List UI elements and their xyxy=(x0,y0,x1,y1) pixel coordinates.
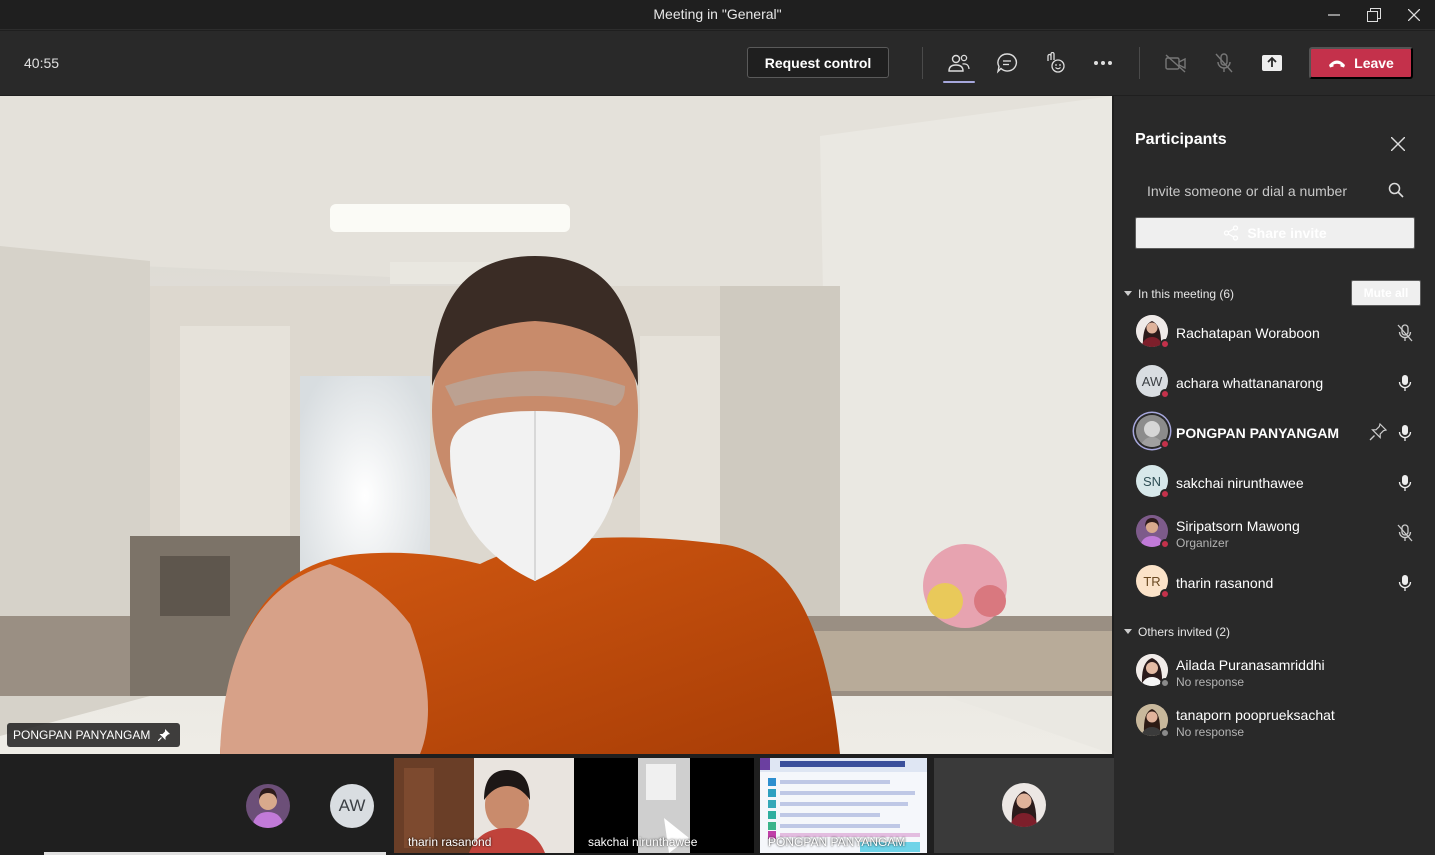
mic-on-icon[interactable] xyxy=(1395,373,1415,393)
others-invited-header: Others invited (2) xyxy=(1138,625,1231,639)
meeting-timer: 40:55 xyxy=(24,55,60,71)
participant-role: Organizer xyxy=(1176,536,1229,550)
chat-icon[interactable] xyxy=(991,47,1023,79)
toolbar-divider xyxy=(1139,47,1140,79)
participant-name: PONGPAN PANYANGAM xyxy=(1176,425,1340,441)
share-invite-button[interactable]: Share invite xyxy=(1135,217,1415,249)
participant-avatar-initials[interactable]: AW xyxy=(330,784,374,828)
hang-up-icon xyxy=(1329,60,1346,68)
panel-title: Participants xyxy=(1135,131,1227,148)
avatar-initials: AW xyxy=(1141,373,1163,389)
avatar xyxy=(1136,315,1170,349)
mic-muted-icon[interactable] xyxy=(1395,323,1415,343)
video-thumbnail[interactable]: tharin rasanond xyxy=(394,758,574,853)
participant-name: achara whattananarong xyxy=(1176,375,1324,391)
chevron-down-icon xyxy=(1124,291,1132,296)
invite-status: No response xyxy=(1176,725,1245,739)
shared-content-thumbnail[interactable]: PONGPAN PANYANGAM xyxy=(760,758,927,853)
share-icon xyxy=(1224,225,1239,241)
avatar-initials: SN xyxy=(1142,473,1162,489)
window-title: Meeting in "General" xyxy=(653,6,782,22)
toolbar-divider xyxy=(922,47,923,79)
presence-badge xyxy=(1160,489,1170,499)
close-window-icon[interactable] xyxy=(1394,0,1434,30)
avatar xyxy=(1136,415,1170,449)
request-control-button[interactable]: Request control xyxy=(747,47,889,78)
share-invite-label: Share invite xyxy=(1247,225,1327,241)
participants-panel: Participants Invite someone or dial a nu… xyxy=(1114,96,1435,855)
avatar: AW xyxy=(1136,365,1170,399)
avatar-initials: TR xyxy=(1143,573,1161,589)
share-screen-icon[interactable] xyxy=(1256,47,1288,79)
participant-row[interactable]: Rachatapan Woraboon xyxy=(1114,308,1435,358)
in-meeting-section-toggle[interactable]: In this meeting (6) xyxy=(1124,287,1234,301)
mic-muted-icon[interactable] xyxy=(1395,523,1415,543)
speaker-name-tag: PONGPAN PANYANGAM xyxy=(7,723,181,747)
avatar: TR xyxy=(1136,565,1170,599)
main-video[interactable]: PONGPAN PANYANGAM xyxy=(0,96,1112,754)
participants-icon[interactable] xyxy=(943,47,975,79)
close-panel-icon[interactable] xyxy=(1388,134,1408,154)
presence-badge xyxy=(1160,589,1170,599)
mute-all-button[interactable]: Mute all xyxy=(1351,280,1421,306)
participant-row[interactable]: PONGPAN PANYANGAM xyxy=(1114,408,1435,458)
thumbnail-label: sakchai nirunthawee xyxy=(588,835,698,849)
restore-icon[interactable] xyxy=(1354,0,1394,30)
participant-row[interactable]: Siripatsorn Mawong Organizer xyxy=(1114,508,1435,558)
pin-icon[interactable] xyxy=(1369,422,1389,443)
chevron-down-icon xyxy=(1124,629,1132,634)
presence-badge xyxy=(1160,389,1170,399)
pin-icon xyxy=(158,729,171,741)
others-invited-section-toggle[interactable]: Others invited (2) xyxy=(1124,625,1230,639)
avatar xyxy=(1136,515,1170,549)
thumbnail-label: tharin rasanond xyxy=(408,835,492,849)
participant-row[interactable]: SN sakchai nirunthawee xyxy=(1114,458,1435,508)
more-options-icon[interactable] xyxy=(1087,47,1119,79)
participant-avatar[interactable] xyxy=(246,784,290,828)
mic-off-icon[interactable] xyxy=(1208,47,1240,79)
participant-name: Siripatsorn Mawong xyxy=(1176,518,1300,534)
meeting-toolbar: 40:55 Request control Leave xyxy=(0,31,1435,95)
video-thumbnail[interactable] xyxy=(934,758,1114,853)
title-bar: Meeting in "General" xyxy=(0,0,1435,30)
leave-label: Leave xyxy=(1354,55,1394,71)
presence-badge xyxy=(1160,539,1170,549)
participant-name: Rachatapan Woraboon xyxy=(1176,325,1320,341)
participant-avatar xyxy=(1002,783,1046,827)
participant-row[interactable]: AW achara whattananarong xyxy=(1114,358,1435,408)
invited-row[interactable]: tanaporn pooprueksachat No response xyxy=(1114,697,1435,747)
video-filmstrip: AW tharin rasanond sakchai nirunthawee P… xyxy=(0,756,1114,855)
avatar: SN xyxy=(1136,465,1170,499)
participant-row[interactable]: TR tharin rasanond xyxy=(1114,558,1435,608)
presence-badge xyxy=(1160,439,1170,449)
invited-name: tanaporn pooprueksachat xyxy=(1176,707,1335,723)
search-icon[interactable] xyxy=(1388,182,1404,203)
invite-search-input[interactable]: Invite someone or dial a number xyxy=(1135,178,1415,204)
presence-badge xyxy=(1160,339,1170,349)
presence-badge xyxy=(1160,678,1170,688)
in-meeting-header: In this meeting (6) xyxy=(1138,287,1235,301)
avatar xyxy=(1136,704,1170,738)
leave-button[interactable]: Leave xyxy=(1309,47,1413,79)
video-thumbnail[interactable]: sakchai nirunthawee xyxy=(574,758,754,853)
minimize-icon[interactable] xyxy=(1314,0,1354,30)
participant-name: tharin rasanond xyxy=(1176,575,1274,591)
avatar xyxy=(1136,654,1170,688)
mic-on-icon[interactable] xyxy=(1395,573,1415,593)
mic-on-icon[interactable] xyxy=(1395,423,1415,443)
mic-on-icon[interactable] xyxy=(1395,473,1415,493)
speaker-video-frame xyxy=(0,96,1112,754)
active-tab-indicator xyxy=(943,81,975,83)
invite-status: No response xyxy=(1176,675,1245,689)
speaker-name: PONGPAN PANYANGAM xyxy=(13,728,151,742)
thumbnail-label: PONGPAN PANYANGAM xyxy=(768,835,906,849)
invited-row[interactable]: Ailada Puranasamriddhi No response xyxy=(1114,647,1435,697)
presence-badge xyxy=(1160,728,1170,738)
reactions-icon[interactable] xyxy=(1039,47,1071,79)
participant-name: sakchai nirunthawee xyxy=(1176,475,1304,491)
camera-off-icon[interactable] xyxy=(1160,47,1192,79)
invited-name: Ailada Puranasamriddhi xyxy=(1176,657,1325,673)
